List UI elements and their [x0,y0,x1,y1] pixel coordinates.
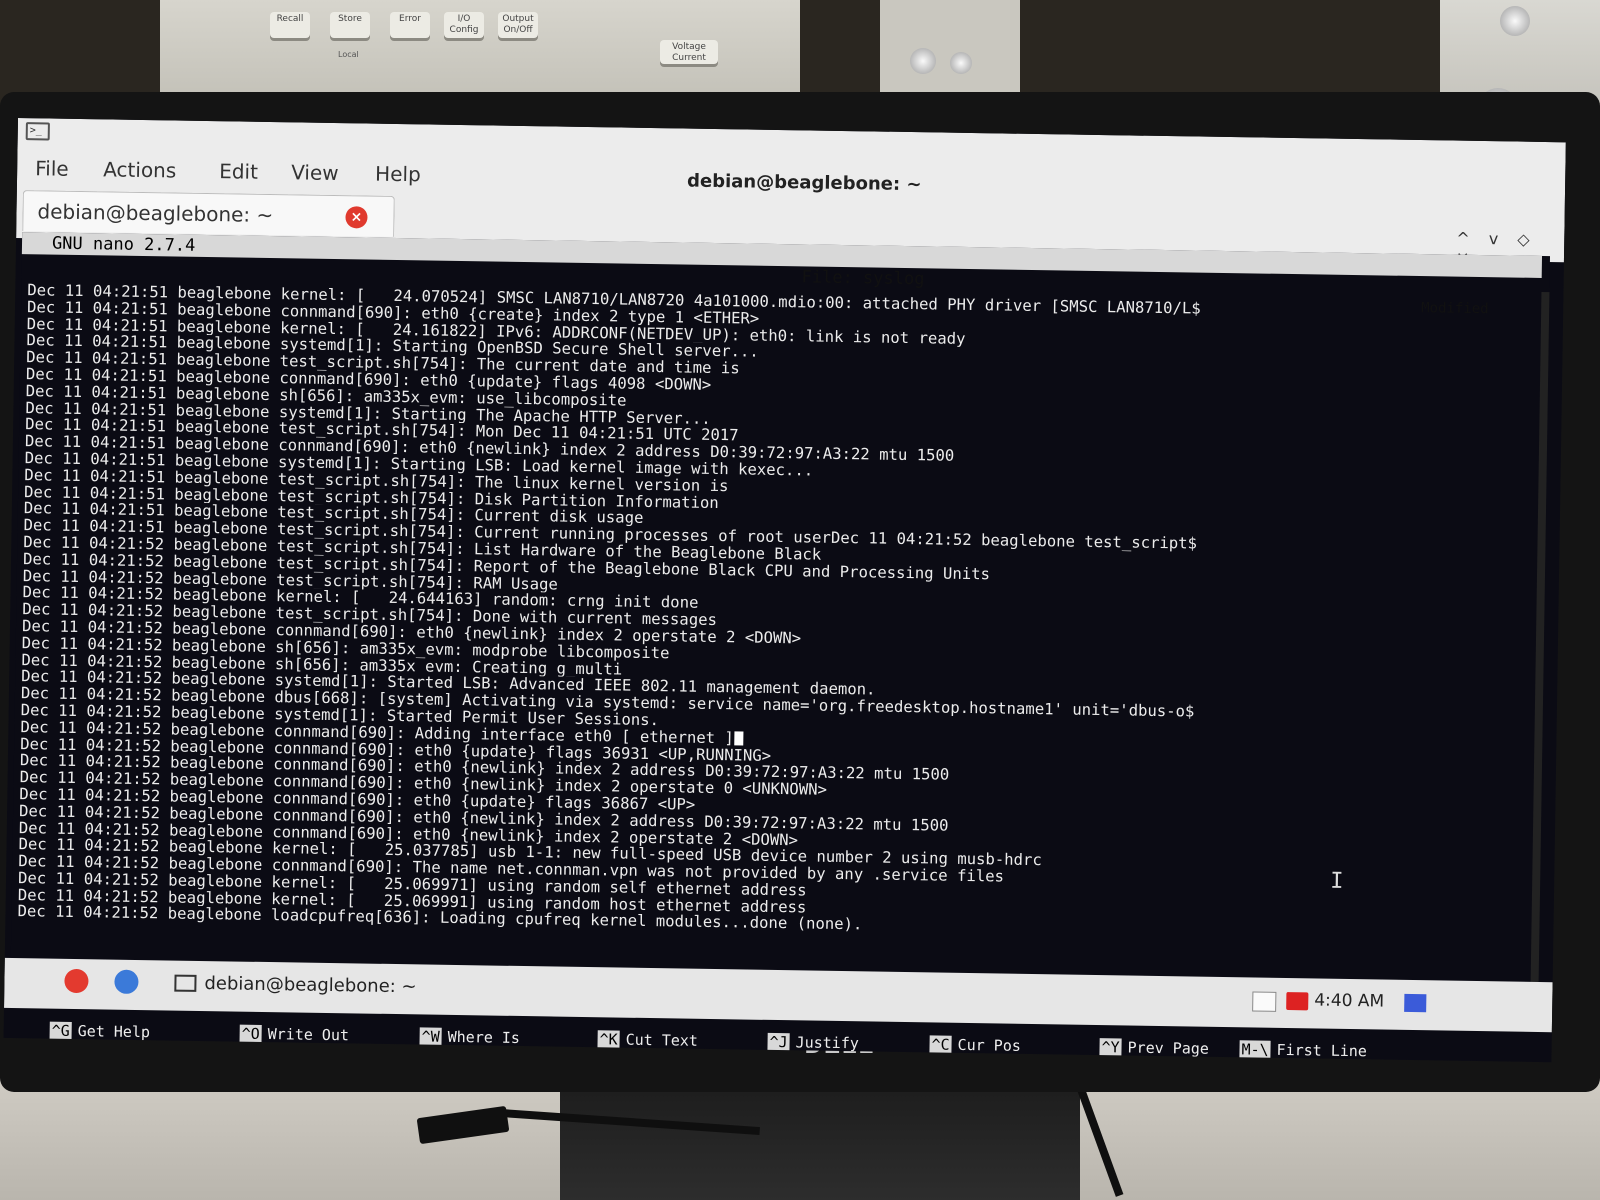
output-key: Output On/Off [498,12,538,38]
shortcut-key: ^O [239,1024,262,1043]
shortcut-label: Cur Pos [957,1035,1021,1055]
clock[interactable]: 4:40 AM [1314,990,1384,1011]
terminal-icon: >_ [25,122,50,141]
shortcut-key: ^Y [1099,1038,1122,1057]
screen: >_ File Actions Edit View Help debian@be… [3,118,1566,1063]
nano-filename: File: syslog [801,267,925,290]
knob [950,52,972,74]
shortcut-key: M-\ [1239,1040,1271,1059]
shortcut-key: ^C [929,1035,952,1054]
text-cursor [733,731,743,746]
minimize-icon[interactable]: ^ [1456,229,1470,248]
text-cursor-icon: I [1329,868,1344,894]
lab-equipment-panel: Recall Store Error I/O Config Output On/… [160,0,800,98]
menu-view[interactable]: View [291,160,339,185]
menu-edit[interactable]: Edit [219,159,258,184]
shortcut-key: ^J [767,1032,790,1052]
nano-version: GNU nano 2.7.4 [51,233,196,256]
menu-actions[interactable]: Actions [103,157,176,182]
equipment-sublabel: Local [338,50,359,59]
log-text[interactable]: Dec 11 04:21:51 beaglebone kernel: [ 24.… [17,282,1527,944]
shortcut-key: ^K [597,1030,620,1049]
shortcut-key: ^W [419,1027,442,1046]
taskbar-terminal-icon [174,974,197,992]
window-title: debian@beaglebone: ~ [686,170,922,196]
maximize-icon[interactable]: ◇ [1517,230,1530,249]
tab-terminal[interactable]: debian@beaglebone: ~ × [22,190,395,237]
menu-file[interactable]: File [35,156,69,181]
tray-display-icon[interactable] [1252,991,1277,1012]
start-menu-icon[interactable] [64,968,89,997]
shortcut-key: ^G [49,1021,72,1040]
scrollbar[interactable] [1530,291,1550,982]
error-key: Error [390,12,430,38]
store-key: Store [330,12,370,38]
voltage-key: Voltage Current [660,40,718,64]
recall-key: Recall [270,12,310,38]
tray-network-disconnected-icon[interactable] [1286,992,1309,1011]
knob [1500,6,1530,36]
io-config-key: I/O Config [444,12,484,38]
taskbar-window-button[interactable]: debian@beaglebone: ~ [204,973,416,997]
tab-close-icon[interactable]: × [345,206,368,229]
shortcut-label: Justify [795,1033,859,1053]
tab-label: debian@beaglebone: ~ [37,199,274,228]
menu-help[interactable]: Help [375,162,421,187]
tray-desktop-icon[interactable] [1404,993,1427,1013]
browser-icon[interactable] [114,969,139,998]
terminal-area[interactable]: GNU nano 2.7.4 File: syslog Modified Dec… [10,232,1551,1063]
knob [910,48,936,74]
restore-icon[interactable]: v [1489,229,1499,248]
